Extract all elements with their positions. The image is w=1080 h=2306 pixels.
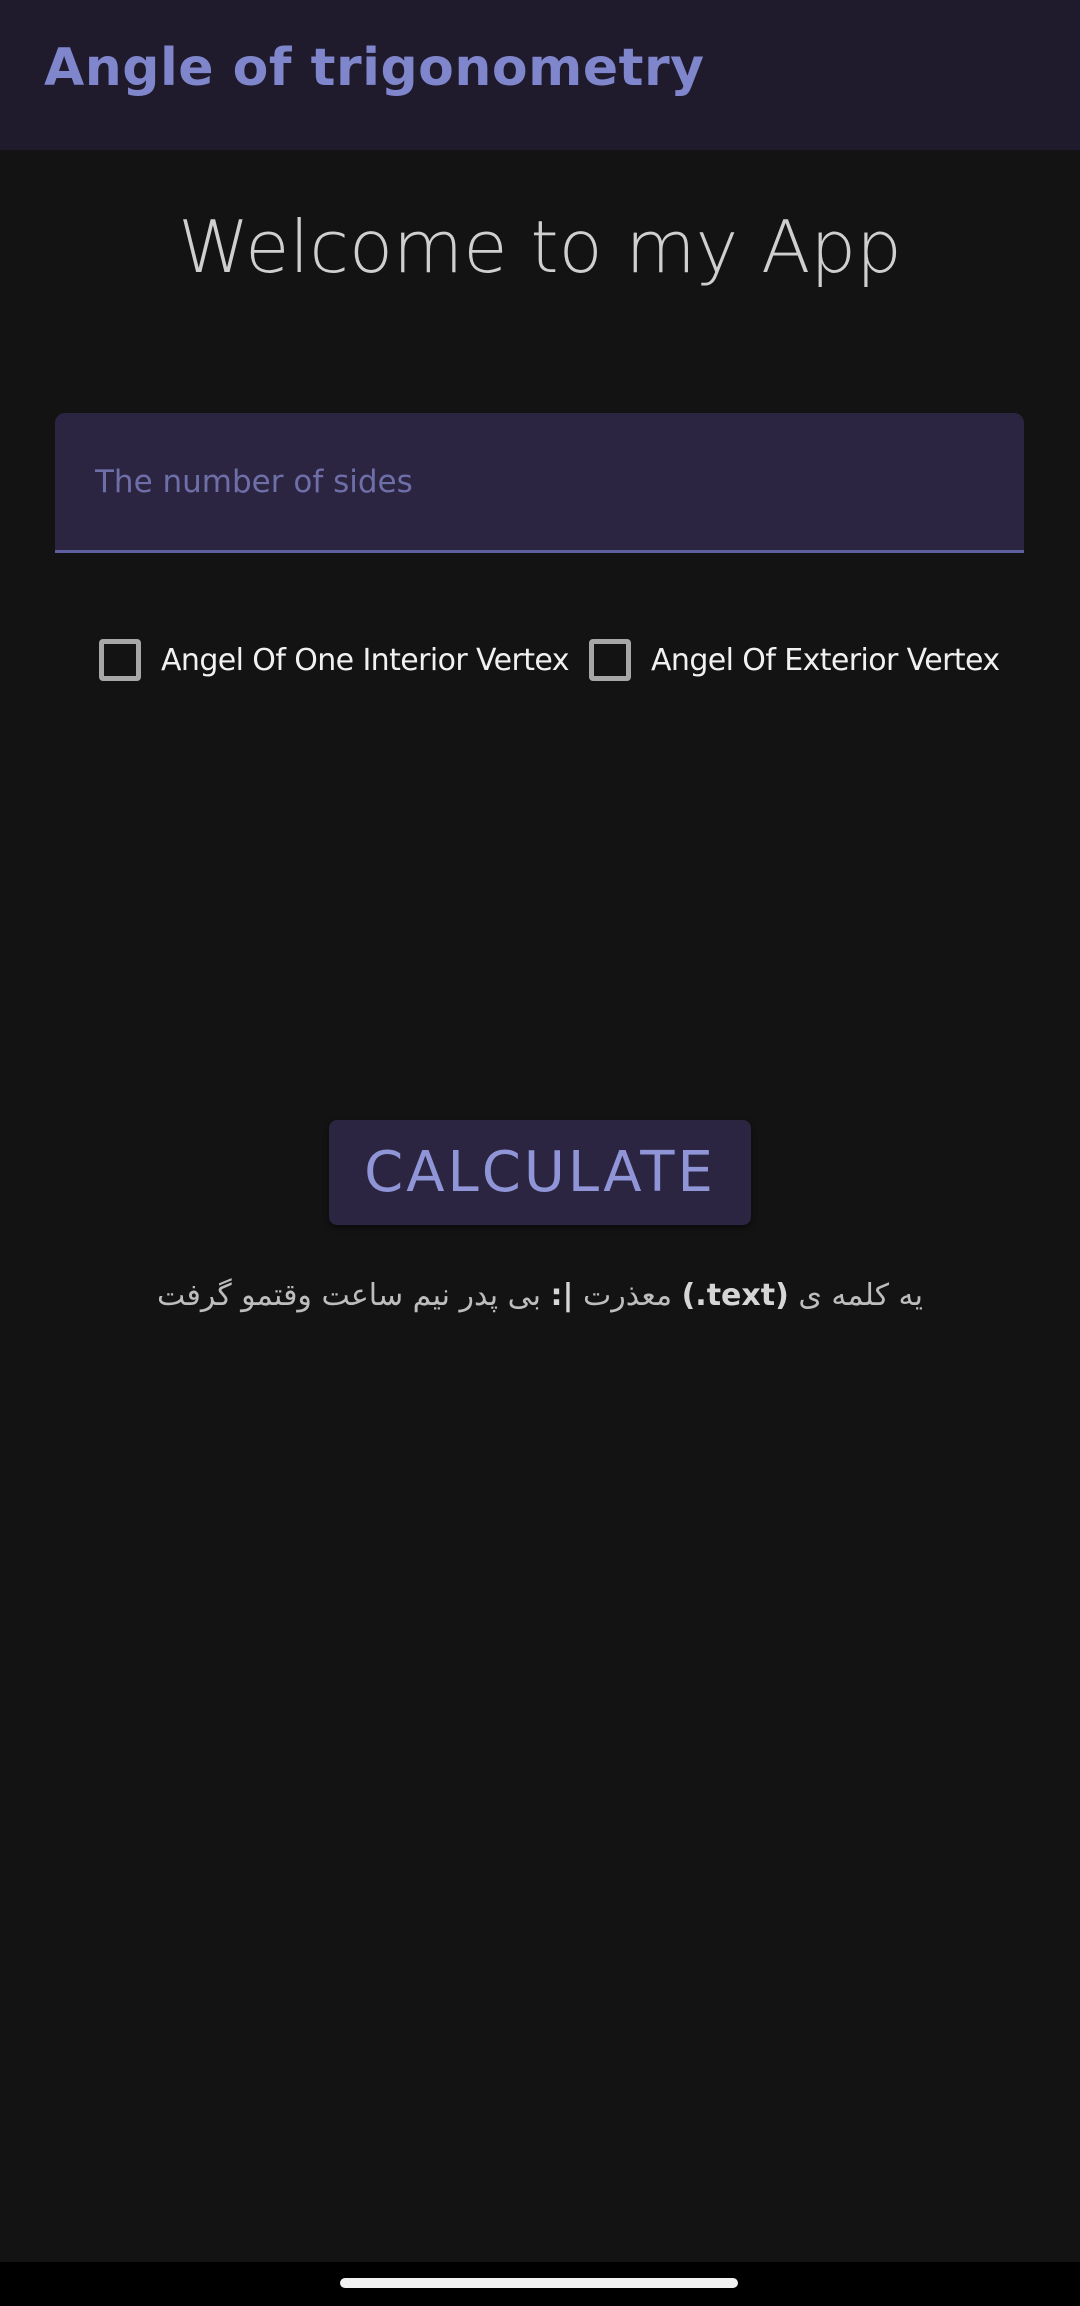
status-prefix: یه کلمه ی	[788, 1278, 923, 1313]
status-message: یه کلمه ی (.text) معذرت :| بی پدر نیم سا…	[0, 1278, 1080, 1313]
interior-vertex-label[interactable]: Angel Of One Interior Vertex	[161, 643, 569, 678]
welcome-heading: Welcome to my App	[178, 205, 902, 289]
app-title: Angle of trigonometry	[44, 38, 705, 98]
exterior-vertex-label[interactable]: Angel Of Exterior Vertex	[651, 643, 1000, 678]
calculate-button[interactable]: CALCULATE	[329, 1120, 751, 1225]
sides-input-underline	[55, 550, 1024, 553]
interior-vertex-checkbox[interactable]	[99, 639, 141, 681]
exterior-vertex-checkbox[interactable]	[589, 639, 631, 681]
exterior-vertex-option[interactable]: Angel Of Exterior Vertex	[589, 635, 1000, 685]
status-middle: معذرت	[573, 1278, 682, 1313]
status-code: (.text)	[681, 1278, 789, 1313]
app-bar: Angle of trigonometry	[0, 0, 1080, 150]
app-screen: Angle of trigonometry Welcome to my App …	[0, 0, 1080, 2306]
sides-input[interactable]	[95, 457, 975, 507]
status-suffix: بی پدر نیم ساعت وقتمو گرفت	[157, 1278, 551, 1313]
home-indicator[interactable]	[340, 2278, 738, 2288]
interior-vertex-option[interactable]: Angel Of One Interior Vertex	[99, 635, 569, 685]
status-emoticon: :|	[550, 1278, 574, 1313]
sides-input-container[interactable]	[55, 413, 1024, 551]
